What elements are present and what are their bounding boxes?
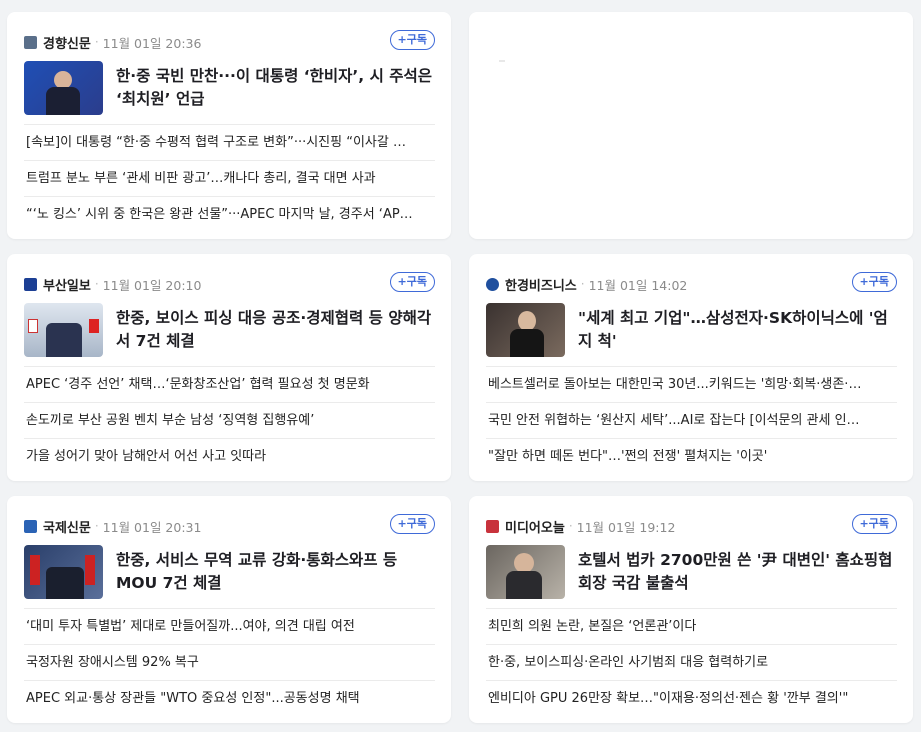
separator-dot: · <box>568 519 573 533</box>
press-card-busan: 부산일보 · 11월 01일 20:10 +구독 한중, 보이스 피싱 대응 공… <box>7 254 451 481</box>
list-item[interactable]: 국정자원 장애시스템 92% 복구 <box>24 644 435 680</box>
publish-time: 11월 01일 14:02 <box>588 277 688 293</box>
list-item[interactable]: 트럼프 분노 부른 ‘관세 비판 광고’…캐나다 총리, 결국 대면 사과 <box>24 160 435 196</box>
press-header: 경향신문 · 11월 01일 20:36 <box>24 32 435 52</box>
subscribe-button[interactable]: +구독 <box>851 514 897 534</box>
press-card-kookje: 국제신문 · 11월 01일 20:31 +구독 한중, 서비스 무역 교류 강… <box>7 496 451 723</box>
list-item[interactable]: “‘노 킹스’ 시위 중 한국은 왕관 선물”···APEC 마지막 날, 경주… <box>24 196 435 232</box>
list-item[interactable]: 국민 안전 위협하는 ‘원산지 세탁’...AI로 잡는다 [이석문의 관세 인… <box>486 402 897 438</box>
separator-dot: · <box>580 277 585 291</box>
article-thumbnail[interactable] <box>24 545 103 599</box>
article-thumbnail[interactable] <box>24 61 103 115</box>
article-headline[interactable]: 한·중 국빈 만찬···이 대통령 ‘한비자’, 시 주석은 ‘최치원’ 언급 <box>116 65 435 111</box>
press-news-grid: 경향신문 · 11월 01일 20:36 +구독 한·중 국빈 만찬···이 대… <box>0 0 921 732</box>
press-logo-icon[interactable] <box>486 277 499 291</box>
press-header: 한경비즈니스 · 11월 01일 14:02 <box>486 274 897 294</box>
list-item[interactable]: 손도끼로 부산 공원 벤치 부순 남성 ‘징역형 집행유예’ <box>24 402 435 438</box>
article-list: 베스트셀러로 돌아보는 대한민국 30년...키워드는 '희망·회복·생존·… … <box>486 366 897 474</box>
article-list: ‘대미 투자 특별법’ 제대로 만들어질까...여야, 의견 대립 여전 국정자… <box>24 608 435 716</box>
press-name[interactable]: 국제신문 <box>43 517 91 536</box>
subscribe-button[interactable]: +구독 <box>851 272 897 292</box>
main-article[interactable]: 호텔서 법카 2700만원 쓴 '尹 대변인' 홈쇼핑협회장 국감 불출석 <box>486 544 897 600</box>
article-headline[interactable]: 한중, 보이스 피싱 대응 공조·경제협력 등 양해각서 7건 체결 <box>116 307 435 353</box>
article-list: APEC ‘경주 선언’ 채택…‘문화창조산업’ 협력 필요성 첫 명문화 손도… <box>24 366 435 474</box>
list-item[interactable]: 최민희 의원 논란, 본질은 ‘언론관’이다 <box>486 608 897 644</box>
main-article[interactable]: 한중, 보이스 피싱 대응 공조·경제협력 등 양해각서 7건 체결 <box>24 302 435 358</box>
press-card-kyunghyang: 경향신문 · 11월 01일 20:36 +구독 한·중 국빈 만찬···이 대… <box>7 12 451 239</box>
press-name[interactable]: 한경비즈니스 <box>505 275 577 294</box>
publish-time: 11월 01일 20:36 <box>102 35 202 51</box>
article-headline[interactable]: "세계 최고 기업"…삼성전자·SK하이닉스에 '엄지 척' <box>578 307 897 353</box>
article-list: 최민희 의원 논란, 본질은 ‘언론관’이다 한·중, 보이스피싱·온라인 사기… <box>486 608 897 716</box>
article-thumbnail[interactable] <box>486 545 565 599</box>
list-item[interactable]: 엔비디아 GPU 26만장 확보…"이재용·정의선·젠슨 황 '깐부 결의'" <box>486 680 897 716</box>
publish-time: 11월 01일 19:12 <box>576 519 676 535</box>
list-item[interactable]: 가을 성어기 맞아 남해안서 어선 사고 잇따라 <box>24 438 435 474</box>
main-article[interactable]: 한중, 서비스 무역 교류 강화·통화스와프 등 MOU 7건 체결 <box>24 544 435 600</box>
press-header: 미디어오늘 · 11월 01일 19:12 <box>486 516 897 536</box>
press-name[interactable]: 미디어오늘 <box>505 517 565 536</box>
article-thumbnail[interactable] <box>486 303 565 357</box>
list-item[interactable]: 베스트셀러로 돌아보는 대한민국 30년...키워드는 '희망·회복·생존·… <box>486 366 897 402</box>
press-logo-icon[interactable] <box>24 35 37 49</box>
publish-time: 11월 01일 20:31 <box>102 519 202 535</box>
press-header: 부산일보 · 11월 01일 20:10 <box>24 274 435 294</box>
main-article[interactable]: 한·중 국빈 만찬···이 대통령 ‘한비자’, 시 주석은 ‘최치원’ 언급 <box>24 60 435 116</box>
list-item[interactable]: APEC ‘경주 선언’ 채택…‘문화창조산업’ 협력 필요성 첫 명문화 <box>24 366 435 402</box>
separator-dot: · <box>94 519 99 533</box>
separator-dot: · <box>94 277 99 291</box>
article-headline[interactable]: 한중, 서비스 무역 교류 강화·통화스와프 등 MOU 7건 체결 <box>116 549 435 595</box>
press-card-media-today: 미디어오늘 · 11월 01일 19:12 +구독 호텔서 법카 2700만원 … <box>469 496 913 723</box>
press-logo-icon[interactable] <box>24 277 37 291</box>
subscribe-button[interactable]: +구독 <box>389 272 435 292</box>
placeholder-mark <box>499 60 505 62</box>
press-name[interactable]: 경향신문 <box>43 33 91 52</box>
subscribe-button[interactable]: +구독 <box>389 514 435 534</box>
publish-time: 11월 01일 20:10 <box>102 277 202 293</box>
press-card-hankyung-business: 한경비즈니스 · 11월 01일 14:02 +구독 "세계 최고 기업"…삼성… <box>469 254 913 481</box>
press-name[interactable]: 부산일보 <box>43 275 91 294</box>
article-headline[interactable]: 호텔서 법카 2700만원 쓴 '尹 대변인' 홈쇼핑협회장 국감 불출석 <box>578 549 897 595</box>
list-item[interactable]: APEC 외교·통상 장관들 "WTO 중요성 인정"...공동성명 채택 <box>24 680 435 716</box>
press-card-placeholder <box>469 12 913 239</box>
article-list: [속보]이 대통령 “한·중 수평적 협력 구조로 변화”···시진핑 “이사갈… <box>24 124 435 232</box>
subscribe-button[interactable]: +구독 <box>389 30 435 50</box>
list-item[interactable]: ‘대미 투자 특별법’ 제대로 만들어질까...여야, 의견 대립 여전 <box>24 608 435 644</box>
list-item[interactable]: [속보]이 대통령 “한·중 수평적 협력 구조로 변화”···시진핑 “이사갈… <box>24 124 435 160</box>
main-article[interactable]: "세계 최고 기업"…삼성전자·SK하이닉스에 '엄지 척' <box>486 302 897 358</box>
press-logo-icon[interactable] <box>486 519 499 533</box>
press-header: 국제신문 · 11월 01일 20:31 <box>24 516 435 536</box>
list-item[interactable]: "잘만 하면 떼돈 번다"…'쩐의 전쟁' 펼쳐지는 '이곳' <box>486 438 897 474</box>
separator-dot: · <box>94 35 99 49</box>
article-thumbnail[interactable] <box>24 303 103 357</box>
list-item[interactable]: 한·중, 보이스피싱·온라인 사기범죄 대응 협력하기로 <box>486 644 897 680</box>
press-logo-icon[interactable] <box>24 519 37 533</box>
